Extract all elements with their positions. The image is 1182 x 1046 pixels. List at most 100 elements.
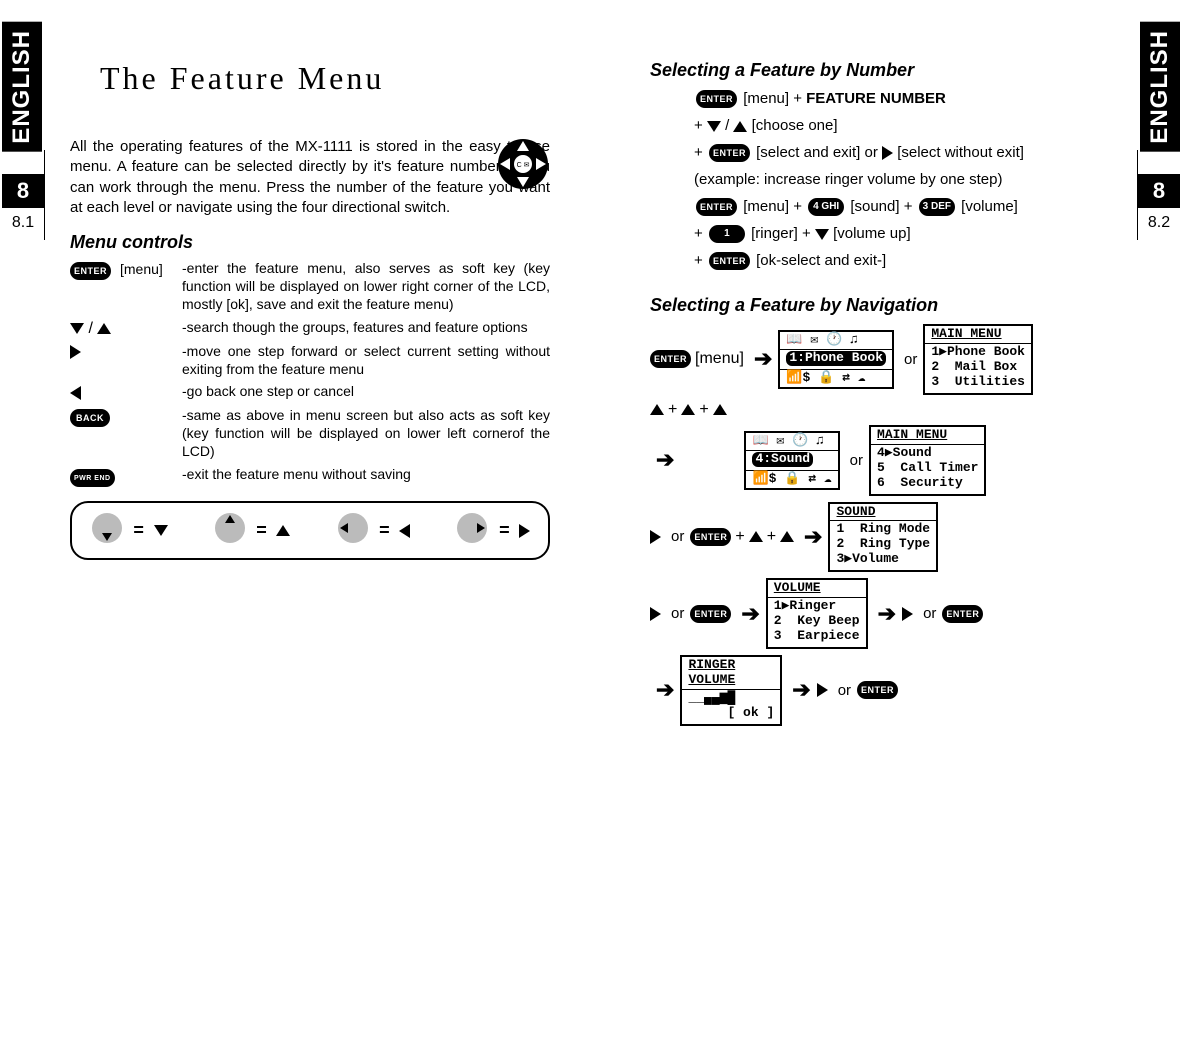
up-arrow-icon bbox=[97, 323, 111, 334]
seq-line-5: ENTER [menu] + 4 GHI [sound] + 3 DEF [vo… bbox=[694, 195, 1130, 219]
lcd-phonebook: 📖 ✉ 🕐 ♫ 1:Phone Book 📶$ 🔒 ⇄ ☁ bbox=[778, 330, 894, 389]
plus-text: + bbox=[699, 401, 708, 419]
down-arrow-icon bbox=[70, 323, 84, 334]
control-desc-right: -move one step forward or select current… bbox=[182, 342, 550, 378]
seq-line-7: + ENTER [ok-select and exit-] bbox=[694, 249, 1130, 273]
subheading-menu-controls: Menu controls bbox=[70, 232, 550, 253]
right-arrow-icon bbox=[650, 530, 661, 544]
control-desc-back: -same as above in menu screen but also a… bbox=[182, 406, 550, 461]
control-row-right: -move one step forward or select current… bbox=[70, 342, 550, 378]
seq-line-2: + / [choose one] bbox=[694, 114, 1130, 138]
right-arrow-icon bbox=[902, 607, 913, 621]
page-title: The Feature Menu bbox=[100, 60, 550, 97]
or-text: or bbox=[838, 682, 851, 699]
flow-arrow-icon: ➔ bbox=[656, 677, 674, 703]
nav-row-2: ➔ 📖 ✉ 🕐 ♫ 4:Sound 📶$ 🔒 ⇄ ☁ or MAIN MENU … bbox=[650, 425, 1130, 496]
up-arrow-icon bbox=[713, 404, 727, 415]
lcd-ringer-volume: RINGER VOLUME __▄▄▆█ [ ok ] bbox=[680, 655, 782, 726]
seq-line-1: ENTER [menu] + FEATURE NUMBER bbox=[694, 87, 1130, 111]
equals-sign: = bbox=[499, 520, 510, 541]
directional-switch-icon: C ✉ bbox=[496, 137, 550, 196]
language-tab-right: ENGLISH bbox=[1140, 22, 1180, 152]
control-row-pwr: PWR END -exit the feature menu without s… bbox=[70, 465, 550, 488]
language-tab-left: ENGLISH bbox=[2, 22, 42, 152]
equals-sign: = bbox=[256, 520, 267, 541]
enter-key-icon: ENTER bbox=[696, 90, 737, 108]
control-row-menu: ENTER [menu] -enter the feature menu, al… bbox=[70, 259, 550, 314]
divider-left bbox=[44, 150, 45, 240]
up-arrow-icon bbox=[749, 531, 763, 542]
flow-arrow-icon: ➔ bbox=[754, 346, 772, 372]
enter-key-icon: ENTER bbox=[690, 528, 731, 546]
control-label-menu: [menu] bbox=[120, 259, 182, 277]
chapter-number-right: 8 bbox=[1138, 174, 1180, 208]
control-row-updown: / -search though the groups, features an… bbox=[70, 318, 550, 338]
right-arrow-icon bbox=[650, 607, 661, 621]
seq-line-6: + 1 [ringer] + [volume up] bbox=[694, 222, 1130, 246]
nav-row-1: ENTER [menu] ➔ 📖 ✉ 🕐 ♫ 1:Phone Book 📶$ 🔒… bbox=[650, 324, 1130, 395]
or-text: or bbox=[904, 351, 917, 368]
right-arrow-icon bbox=[70, 345, 81, 359]
or-text: or bbox=[671, 605, 684, 622]
enter-key-icon: ENTER bbox=[709, 252, 750, 270]
plus-text: + bbox=[735, 528, 744, 546]
dpad-down-highlight-icon bbox=[90, 511, 124, 550]
lcd-volume-menu: VOLUME 1▶Ringer 2 Key Beep 3 Earpiece bbox=[766, 578, 868, 649]
dpad-right-highlight-icon bbox=[455, 511, 489, 550]
control-desc-left: -go back one step or cancel bbox=[182, 382, 550, 400]
plus-text: + bbox=[767, 528, 776, 546]
flow-arrow-icon: ➔ bbox=[741, 601, 759, 627]
menu-label: [menu] bbox=[695, 350, 744, 368]
up-arrow-icon bbox=[276, 525, 290, 536]
control-row-left: -go back one step or cancel bbox=[70, 382, 550, 402]
lcd-sound-menu: SOUND 1 Ring Mode 2 Ring Type 3▶Volume bbox=[828, 502, 938, 573]
down-arrow-icon bbox=[815, 229, 829, 240]
nav-row-3: or ENTER + + ➔ SOUND 1 Ring Mode 2 Ring … bbox=[650, 502, 1130, 573]
enter-key-icon: ENTER bbox=[942, 605, 983, 623]
back-key-icon: BACK bbox=[70, 409, 110, 427]
right-column: Selecting a Feature by Number ENTER [men… bbox=[650, 60, 1130, 732]
right-arrow-icon bbox=[817, 683, 828, 697]
flow-arrow-icon: ➔ bbox=[656, 447, 674, 473]
key-3-icon: 3 DEF bbox=[919, 198, 955, 216]
equals-sign: = bbox=[379, 520, 390, 541]
lcd-sound: 📖 ✉ 🕐 ♫ 4:Sound 📶$ 🔒 ⇄ ☁ bbox=[744, 431, 839, 490]
lcd-main-menu-1: MAIN MENU 1▶Phone Book 2 Mail Box 3 Util… bbox=[923, 324, 1033, 395]
flow-arrow-icon: ➔ bbox=[878, 601, 896, 627]
dpad-up-highlight-icon bbox=[213, 511, 247, 550]
direction-legend: = = = = bbox=[70, 501, 550, 560]
enter-key-icon: ENTER bbox=[696, 198, 737, 216]
flow-arrow-icon: ➔ bbox=[804, 524, 822, 550]
or-text: or bbox=[671, 528, 684, 545]
svg-text:C ✉: C ✉ bbox=[517, 162, 530, 169]
control-desc-pwr: -exit the feature menu without saving bbox=[182, 465, 550, 483]
seq-line-4: (example: increase ringer volume by one … bbox=[694, 168, 1130, 192]
down-arrow-icon bbox=[707, 121, 721, 132]
nav-row-4: or ENTER ➔ VOLUME 1▶Ringer 2 Key Beep 3 … bbox=[650, 578, 1130, 649]
nav-row-2-keys: + + bbox=[650, 401, 1130, 419]
enter-key-icon: ENTER bbox=[709, 144, 750, 162]
lcd-main-menu-2: MAIN MENU 4▶Sound 5 Call Timer 6 Securit… bbox=[869, 425, 986, 496]
nav-row-5: ➔ RINGER VOLUME __▄▄▆█ [ ok ] ➔ or ENTER bbox=[650, 655, 1130, 726]
dpad-left-highlight-icon bbox=[336, 511, 370, 550]
up-arrow-icon bbox=[650, 404, 664, 415]
page-number-left: 8.1 bbox=[2, 214, 44, 232]
enter-key-icon: ENTER bbox=[857, 681, 898, 699]
control-desc-menu: -enter the feature menu, also serves as … bbox=[182, 259, 550, 314]
subheading-select-by-nav: Selecting a Feature by Navigation bbox=[650, 295, 1130, 316]
key-1-icon: 1 bbox=[709, 225, 745, 243]
equals-sign: = bbox=[133, 520, 144, 541]
enter-key-icon: ENTER bbox=[70, 262, 111, 280]
up-arrow-icon bbox=[780, 531, 794, 542]
key-4-icon: 4 GHI bbox=[808, 198, 844, 216]
enter-key-icon: ENTER bbox=[650, 350, 691, 368]
left-arrow-icon bbox=[70, 386, 81, 400]
plus-text: + bbox=[668, 401, 677, 419]
right-arrow-icon bbox=[519, 524, 530, 538]
right-arrow-icon bbox=[882, 146, 893, 160]
subheading-select-by-number: Selecting a Feature by Number bbox=[650, 60, 1130, 81]
enter-key-icon: ENTER bbox=[690, 605, 731, 623]
or-text: or bbox=[850, 452, 863, 469]
chapter-number-left: 8 bbox=[2, 174, 44, 208]
or-text: or bbox=[923, 605, 936, 622]
